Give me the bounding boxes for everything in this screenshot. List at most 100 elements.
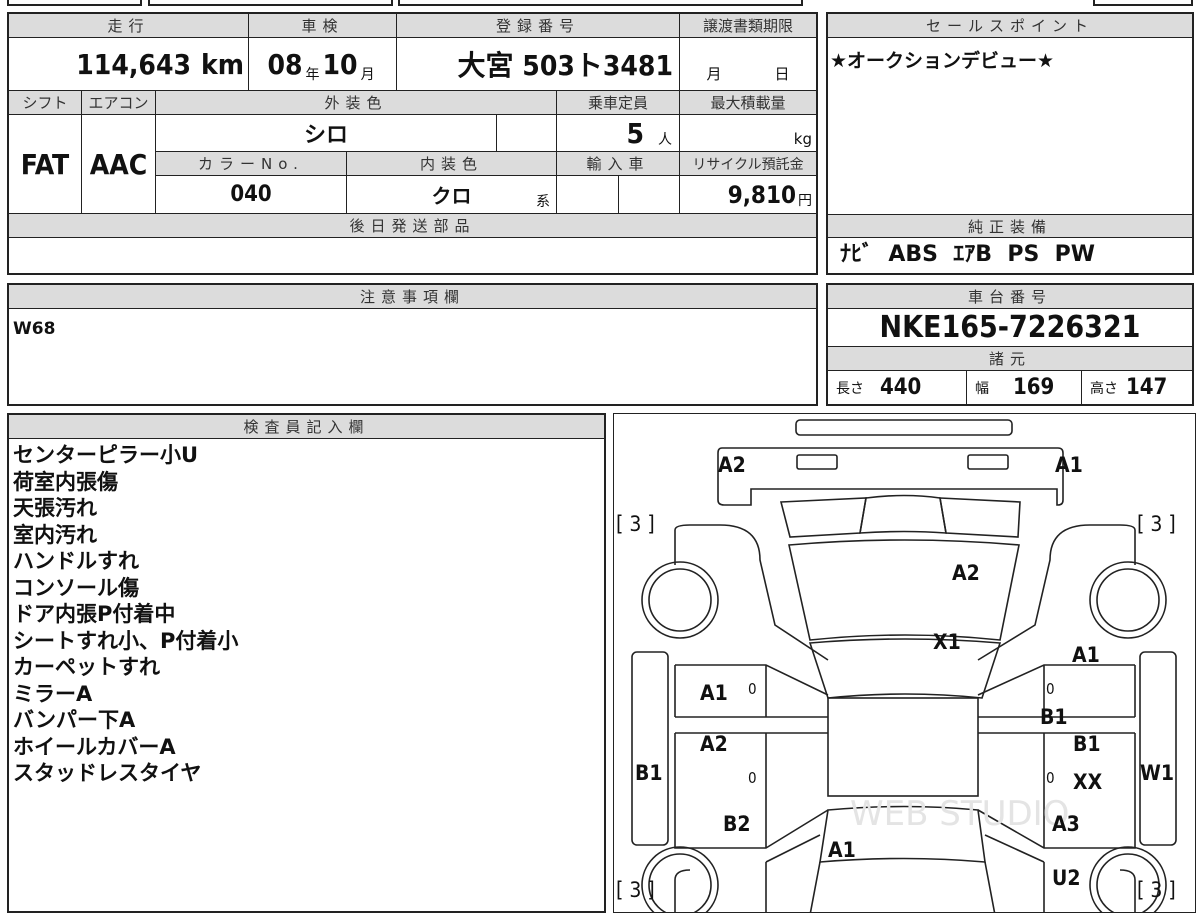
mark-windshield: X1 (933, 630, 961, 654)
inspection-cell: 08 年 10 月 (249, 38, 397, 91)
damage-diagram-box: WEB STUDIO A2 A1 [ 3 ] [ 3 ] [ 3 ] [ 3 ]… (613, 413, 1196, 913)
roof-shape (826, 696, 979, 797)
mark-trunk: A1 (828, 838, 856, 862)
inspector-notes: センターピラー小U 荷室内張傷 天張汚れ 室内汚れ ハンドルすれ コンソール傷 … (13, 442, 238, 787)
mark-quarter-right: A3 (1052, 812, 1080, 836)
mark-zero: 0 (748, 680, 757, 698)
registration-label: 登録番号 (397, 14, 680, 38)
inspector-line: カーペットすれ (13, 655, 160, 679)
color-no-label: カラーNo. (156, 152, 347, 176)
tire-tread-fl: [ 3 ] (616, 512, 655, 536)
import-cell-1 (557, 176, 619, 214)
top-strip-box-4 (1093, 0, 1193, 6)
aircon-value: AAC (82, 115, 156, 214)
mark-zero: 0 (1046, 680, 1055, 698)
capacity-label: 乗車定員 (557, 91, 680, 115)
notes-label: 注意事項欄 (9, 285, 816, 309)
capacity-unit: 人 (658, 132, 672, 148)
length-cell: 長さ 440 (828, 371, 967, 404)
equipment-label: 純正装備 (828, 214, 1192, 238)
car-diagram: WEB STUDIO A2 A1 [ 3 ] [ 3 ] [ 3 ] [ 3 ]… (616, 418, 1177, 913)
mark-zero: 0 (1046, 769, 1055, 787)
width-cell: 幅 169 (967, 371, 1082, 404)
tire-tread-rl: [ 3 ] (616, 878, 655, 902)
mark-front-right: A1 (1055, 453, 1083, 477)
equipment-value: ﾅﾋﾞ ABS ｴｱB PS PW (840, 242, 1096, 267)
notes-box: 注意事項欄 W68 (7, 283, 818, 406)
front-bumper-shape (794, 418, 1013, 436)
inspector-line: バンパー下A (13, 708, 136, 732)
chassis-box: 車台番号 NKE165-7226321 諸元 長さ 440 幅 169 高さ 1… (826, 283, 1194, 406)
mark-rear-right: U2 (1052, 866, 1081, 890)
sales-point-label: セールスポイント (828, 14, 1192, 38)
inspection-year: 08 (267, 47, 303, 81)
sales-point-value: ★オークションデビュー★ (830, 50, 1055, 72)
recycle-cell: 9,810 円 (680, 176, 816, 214)
exterior-color-value: シロ (156, 115, 497, 152)
top-strip-box-2 (148, 0, 393, 6)
inspector-line: シートすれ小、P付着小 (13, 628, 239, 653)
max-load-unit: kg (680, 115, 816, 152)
height-value: 147 (1126, 375, 1168, 400)
mark-door-rr-2: XX (1073, 770, 1103, 794)
inspector-line: 室内汚れ (13, 522, 97, 547)
mileage-cell: 114,643 km (9, 38, 249, 91)
mark-front-left: A2 (718, 453, 746, 477)
inspection-month: 10 (322, 47, 358, 81)
pillar-left-shape (674, 715, 828, 734)
fender-fr-shape (977, 523, 1136, 661)
later-parts-value (9, 238, 816, 273)
mileage-value: 114,643 (76, 47, 191, 81)
chassis-label: 車台番号 (828, 285, 1192, 309)
tire-tread-rr: [ 3 ] (1137, 878, 1176, 902)
import-label: 輸入車 (557, 152, 680, 176)
length-label: 長さ (836, 380, 864, 397)
inspector-line: コンソール傷 (13, 575, 139, 600)
aircon-label: エアコン (82, 91, 156, 115)
hood-shape (787, 538, 1020, 641)
inspector-line: ドア内張P付着中 (13, 602, 176, 626)
mileage-label: 走行 (9, 14, 249, 38)
sales-point-box: セールスポイント ★オークションデビュー★ 純正装備 ﾅﾋﾞ ABS ｴｱB P… (826, 12, 1194, 275)
interior-color-unit: 系 (536, 194, 550, 210)
mark-zero: 0 (748, 769, 757, 787)
inspector-line: スタッドレスタイヤ (13, 761, 202, 785)
length-value: 440 (880, 375, 922, 400)
inspector-line: ホイールカバーA (13, 734, 176, 759)
recycle-value: 9,810 (727, 180, 796, 209)
import-cell-2 (619, 176, 680, 214)
headlight-left-shape (795, 453, 838, 470)
interior-color-value: クロ (431, 184, 472, 208)
height-cell: 高さ 147 (1082, 371, 1192, 404)
grille-center-shape (858, 494, 947, 534)
max-load-label: 最大積載量 (680, 91, 816, 115)
inspector-line: センターピラー小U (13, 443, 199, 467)
fender-fl-shape (673, 523, 828, 661)
headlight-right-shape (966, 453, 1009, 470)
inspection-label: 車検 (249, 14, 397, 38)
windshield-shape (808, 637, 1001, 699)
mark-door-rl: A2 (700, 732, 728, 756)
recycle-label: リサイクル預託金 (680, 152, 816, 176)
interior-color-cell: クロ 系 (347, 176, 557, 214)
mark-pillar-right: B1 (1040, 705, 1068, 729)
sill-right-shape (1138, 650, 1177, 846)
top-strip-box-1 (7, 0, 142, 6)
width-value: 169 (1013, 375, 1055, 400)
inspector-line: ミラーA (13, 681, 93, 706)
tire-tread-fr: [ 3 ] (1137, 512, 1176, 536)
color-no-value: 040 (156, 176, 347, 214)
transfer-day-unit: 日 (774, 65, 790, 83)
transfer-deadline-cell: 月 日 (680, 38, 816, 91)
watermark-text: WEB STUDIO (850, 794, 1069, 834)
mark-door-fr: A1 (1072, 643, 1100, 667)
recycle-unit: 円 (798, 193, 812, 209)
specs-label: 諸元 (828, 347, 1192, 371)
mark-hood: A2 (952, 561, 980, 585)
shift-label: シフト (9, 91, 82, 115)
capacity-cell: 5 人 (557, 115, 680, 152)
door-rl-shape (673, 732, 828, 849)
inspection-month-unit: 月 (360, 67, 375, 83)
mark-quarter-left: B2 (723, 812, 751, 836)
inspector-label: 検査員記入欄 (9, 415, 604, 439)
